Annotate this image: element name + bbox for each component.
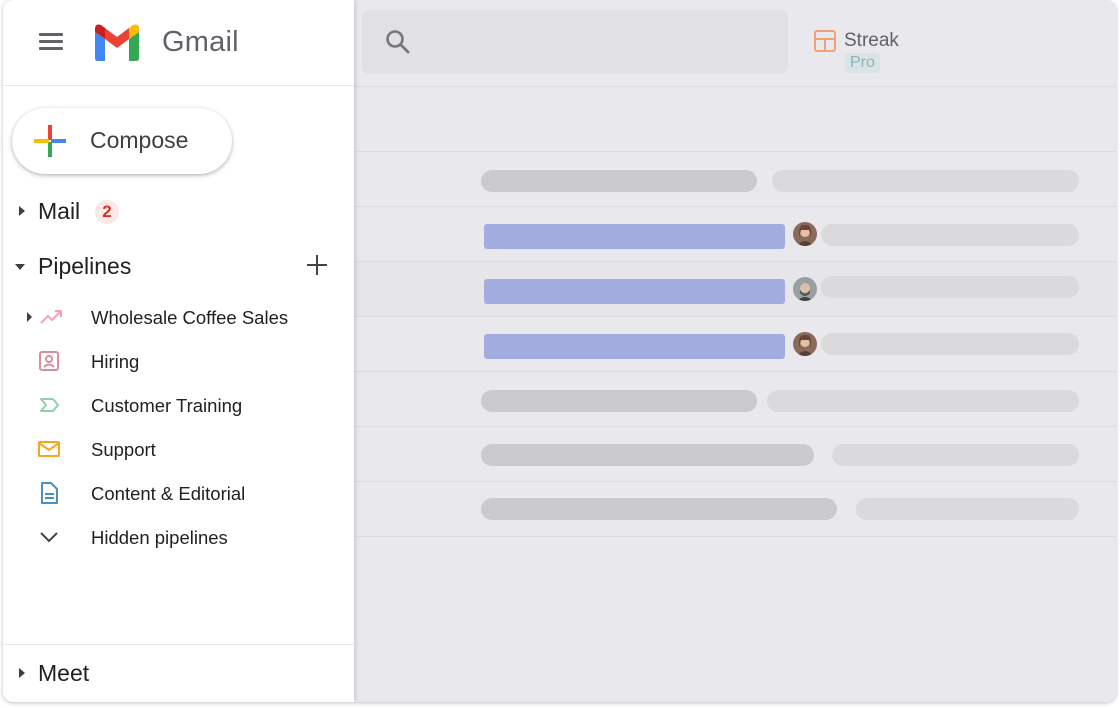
pipeline-label: Content & Editorial (91, 483, 246, 504)
streak-name: Streak (844, 30, 899, 51)
placeholder-bar (856, 498, 1079, 520)
placeholder-bar (481, 170, 757, 192)
pipeline-item-wholesale-coffee-sales[interactable]: Wholesale Coffee Sales (3, 297, 354, 337)
chevron-tag-icon (40, 398, 59, 412)
placeholder-bar (821, 276, 1079, 298)
pipeline-item-support[interactable]: Support (3, 429, 354, 469)
search-bar[interactable] (362, 10, 788, 74)
row-divider (354, 316, 1116, 317)
expand-caret-icon (27, 312, 32, 322)
placeholder-bar (772, 170, 1079, 192)
row-divider (354, 371, 1116, 372)
placeholder-bar (821, 224, 1079, 246)
section-mail[interactable]: Mail 2 (3, 192, 354, 232)
main-content: Streak Pro (354, 0, 1116, 702)
pipeline-label: Customer Training (91, 395, 243, 416)
pipeline-item-customer-training[interactable]: Customer Training (3, 385, 354, 425)
chevron-down-icon (40, 532, 58, 543)
envelope-icon (38, 441, 60, 457)
section-meet[interactable]: Meet (3, 654, 354, 694)
placeholder-bar (821, 333, 1079, 355)
document-icon (41, 482, 58, 504)
search-icon (386, 30, 410, 54)
avatar (793, 332, 817, 356)
section-pipelines[interactable]: Pipelines (3, 247, 354, 287)
section-meet-label: Meet (38, 660, 90, 686)
row-divider (354, 261, 1116, 262)
pipeline-item-hiring[interactable]: Hiring (3, 341, 354, 381)
row-divider (354, 206, 1116, 207)
main-menu-button[interactable] (37, 30, 65, 54)
row-divider (354, 151, 1116, 152)
placeholder-bar (767, 390, 1079, 412)
pipeline-label: Support (91, 439, 156, 460)
badge-icon (39, 351, 59, 371)
section-mail-label: Mail (38, 198, 81, 224)
pipeline-label: Wholesale Coffee Sales (91, 307, 289, 328)
sidebar: Gmail Compose Mail 2 Pipelines Wholesale… (3, 0, 354, 702)
expand-caret-icon (19, 668, 25, 678)
compose-plus-icon (34, 125, 66, 157)
avatar (793, 222, 817, 246)
pipeline-label: Hiring (91, 351, 140, 372)
streak-button[interactable]: Streak Pro (814, 28, 914, 74)
selected-item-bar[interactable] (484, 334, 785, 359)
gmail-logo-icon (95, 24, 139, 61)
compose-label: Compose (90, 127, 189, 153)
row-divider (354, 426, 1116, 427)
placeholder-bar (481, 390, 757, 412)
add-pipeline-button[interactable] (303, 251, 331, 279)
placeholder-bar (481, 498, 837, 520)
header-divider (3, 85, 354, 86)
streak-logo-icon (814, 30, 836, 52)
section-pipelines-label: Pipelines (38, 253, 132, 279)
trending-up-icon (40, 310, 62, 324)
placeholder-bar (832, 444, 1079, 466)
selected-item-bar[interactable] (484, 224, 785, 249)
streak-pro-badge: Pro (845, 53, 880, 73)
meet-divider (3, 644, 354, 645)
avatar (793, 277, 817, 301)
mail-unread-badge: 2 (95, 200, 119, 224)
app-window: Gmail Compose Mail 2 Pipelines Wholesale… (3, 0, 1116, 702)
pipeline-item-content-editorial[interactable]: Content & Editorial (3, 473, 354, 513)
collapse-caret-icon (15, 264, 25, 270)
toolbar-divider (354, 86, 1116, 87)
compose-button[interactable]: Compose (12, 108, 232, 174)
row-divider (354, 536, 1116, 537)
app-brand: Gmail (162, 26, 239, 58)
hidden-pipelines-label: Hidden pipelines (91, 527, 228, 548)
selected-item-bar[interactable] (484, 279, 785, 304)
expand-caret-icon (19, 206, 25, 216)
hidden-pipelines-toggle[interactable]: Hidden pipelines (3, 517, 354, 557)
placeholder-bar (481, 444, 814, 466)
row-divider (354, 481, 1116, 482)
